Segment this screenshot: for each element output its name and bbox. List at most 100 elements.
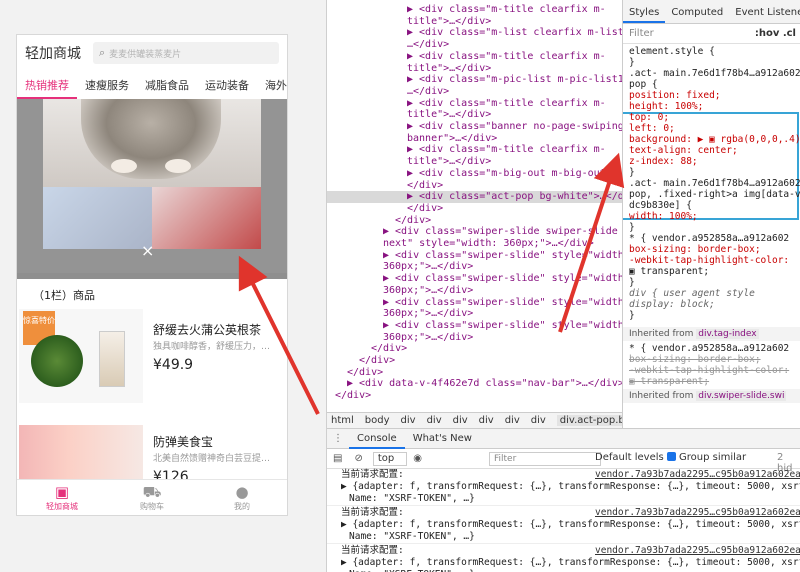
tabbar-item-shop[interactable]: ▣ 轻加商城	[17, 480, 107, 515]
css-rule-line[interactable]: ▣ transparent;	[629, 376, 709, 387]
dom-node[interactable]: ▶ <div class="m-big-out m-big-out">…	[327, 168, 622, 180]
inherited-tag-link[interactable]: div.swiper-slide.swi	[696, 391, 787, 401]
css-rule-line[interactable]: }	[629, 277, 635, 288]
live-expression-icon[interactable]: ◉	[413, 453, 422, 464]
css-rule-line[interactable]: div { user agent style	[629, 288, 755, 299]
dom-node[interactable]: title">…</div>	[327, 63, 622, 75]
dom-node[interactable]: ▶ <div class="m-list clearfix m-list6">	[327, 27, 622, 39]
dom-node[interactable]: ▶ <div class="swiper-slide swiper-slide	[327, 226, 622, 238]
dom-node[interactable]: ▶ <div class="m-pic-list m-pic-list1">	[327, 74, 622, 86]
hov-toggle[interactable]: :hov .cl	[755, 28, 796, 39]
clear-console-icon[interactable]: ⊘	[354, 453, 362, 464]
tab-computed[interactable]: Computed	[665, 0, 729, 23]
breadcrumb-item[interactable]: body	[365, 415, 390, 426]
group-similar-checkbox[interactable]: Group similar	[667, 452, 746, 463]
dom-node[interactable]: ▶ <div class="swiper-slide" style="width…	[327, 273, 622, 285]
dom-node[interactable]: </div>	[327, 355, 622, 367]
dom-node[interactable]: ▶ <div class="swiper-slide" style="width…	[327, 297, 622, 309]
nav-tab-diet-food[interactable]: 减脂食品	[137, 71, 197, 99]
css-rule-line[interactable]: dc9b830e] {	[629, 200, 692, 211]
dom-node[interactable]: banner">…</div>	[327, 133, 622, 145]
breadcrumb-item[interactable]: html	[331, 415, 354, 426]
tab-whats-new[interactable]: What's New	[405, 429, 480, 449]
nav-tab-sports-gear[interactable]: 运动装备	[197, 71, 257, 99]
css-property[interactable]: top: 0;	[629, 112, 669, 123]
breadcrumb-item[interactable]: div	[453, 415, 468, 426]
dom-node[interactable]: title">…</div>	[327, 109, 622, 121]
nav-tab-overseas[interactable]: 海外	[257, 71, 287, 99]
dom-node[interactable]: 360px;">…</div>	[327, 308, 622, 320]
console-source-link[interactable]: vendor.7a93b7ada2295…c95b0a912a602ea3	[595, 507, 800, 519]
styles-filter-input[interactable]: Filter	[629, 28, 654, 39]
css-rule-line[interactable]: box-sizing: border-box;	[629, 354, 761, 365]
dom-node[interactable]: title">…</div>	[327, 16, 622, 28]
dom-node[interactable]: ▶ <div class="swiper-slide" style="width…	[327, 320, 622, 332]
css-rule-line[interactable]: ▣ transparent;	[629, 266, 709, 277]
css-rule-line[interactable]: .act- main.7e6d1f78b4…a912a602	[629, 68, 800, 79]
css-rule-line[interactable]: * { vendor.a952858a…a912a602	[629, 343, 789, 354]
css-rule-line[interactable]: }	[629, 310, 635, 321]
breadcrumb-item[interactable]: div	[505, 415, 520, 426]
breadcrumb-item[interactable]: div	[531, 415, 546, 426]
console-source-link[interactable]: vendor.7a93b7ada2295…c95b0a912a602ea3	[595, 469, 800, 481]
console-object[interactable]: ▶ {adapter: f, transformRequest: {…}, tr…	[341, 519, 800, 531]
nav-tab-slim-service[interactable]: 速瘦服务	[77, 71, 137, 99]
breadcrumb-item[interactable]: div.act-pop.bg-white	[556, 415, 622, 426]
dom-node[interactable]: </div>	[327, 367, 622, 379]
popup-close-icon[interactable]: ×	[141, 241, 154, 260]
css-rule-line[interactable]: }	[629, 167, 635, 178]
css-rule-line[interactable]: pop, .fixed-right>a img[data-v-	[629, 189, 800, 200]
dom-node[interactable]: </div>	[327, 180, 622, 192]
dom-node[interactable]: 360px;">…</div>	[327, 285, 622, 297]
tab-event-listeners[interactable]: Event Listeners	[729, 0, 800, 23]
css-rule-line[interactable]: }	[629, 57, 635, 68]
css-property[interactable]: left: 0;	[629, 123, 675, 134]
tab-console[interactable]: Console	[349, 429, 405, 449]
inherited-tag-link[interactable]: div.tag-index	[696, 329, 759, 339]
css-rule-line[interactable]: .act- main.7e6d1f78b4…a912a602	[629, 178, 800, 189]
product-card[interactable]: 惊喜特价 舒缓去火蒲公英根茶 独具咖啡醇香，舒缓压力，… ¥49.9	[17, 309, 287, 409]
css-property[interactable]: z-index: 88;	[629, 156, 698, 167]
dom-node[interactable]: </div>	[327, 203, 622, 215]
dom-node[interactable]: ▶ <div data-v-4f462e7d class="nav-bar">……	[327, 378, 622, 390]
dom-node[interactable]: 360px;">…</div>	[327, 332, 622, 344]
shop-logo[interactable]: 轻加商城	[25, 43, 81, 63]
breadcrumb-item[interactable]: div	[401, 415, 416, 426]
breadcrumb-item[interactable]: div	[427, 415, 442, 426]
css-rule-line[interactable]: display: block;	[629, 299, 715, 310]
nav-tab-hot[interactable]: 热销推荐	[17, 71, 77, 99]
css-rule-line[interactable]: -webkit-tap-highlight-color:	[629, 365, 789, 376]
css-rule-line[interactable]: element.style {	[629, 46, 715, 57]
css-property[interactable]: width: 100%;	[629, 211, 698, 222]
log-levels-select[interactable]: Default levels ▾	[595, 452, 672, 463]
console-filter-input[interactable]: Filter	[489, 452, 601, 466]
breadcrumb-item[interactable]: div	[479, 415, 494, 426]
dom-node[interactable]: ▶ <div class="m-title clearfix m-	[327, 51, 622, 63]
console-source-link[interactable]: vendor.7a93b7ada2295…c95b0a912a602ea3	[595, 545, 800, 557]
styles-filter[interactable]: Filter :hov .cl	[623, 24, 800, 44]
tab-styles[interactable]: Styles	[623, 0, 666, 23]
tabbar-item-me[interactable]: ● 我的	[197, 480, 287, 515]
dom-node[interactable]: ▶ <div class="banner no-page-swiping	[327, 121, 622, 133]
css-property[interactable]: text-align: center;	[629, 145, 738, 156]
css-property[interactable]: background: ▶ ▣ rgba(0,0,0,.4);	[629, 134, 800, 145]
tabbar-item-cart[interactable]: ⛟ 购物车	[107, 480, 197, 515]
dom-node[interactable]: ▶ <div class="m-title clearfix m-	[327, 98, 622, 110]
css-rule-line[interactable]: }	[629, 222, 635, 233]
css-property[interactable]: box-sizing: border-box;	[629, 244, 761, 255]
search-box[interactable]: ⌕ 麦麦供罐装蒸麦片	[93, 42, 279, 64]
dom-node[interactable]: ▶ <div class="swiper-slide" style="width…	[327, 250, 622, 262]
css-property[interactable]: height: 100%;	[629, 101, 703, 112]
context-select[interactable]: top	[372, 451, 408, 466]
drawer-menu-icon[interactable]: ⋮	[327, 433, 349, 444]
dom-node[interactable]: …</div>	[327, 39, 622, 51]
css-rule-line[interactable]: * { vendor.a952858a…a912a602	[629, 233, 789, 244]
dom-node[interactable]: ▶ <div class="m-title clearfix m-	[327, 4, 622, 16]
dom-node[interactable]: next" style="width: 360px;">…</div>	[327, 238, 622, 250]
popup-image[interactable]	[43, 99, 261, 187]
dom-node[interactable]: </div>	[327, 390, 622, 402]
css-rule-line[interactable]: pop {	[629, 79, 658, 90]
dom-node[interactable]: ▶ <div class="m-title clearfix m-	[327, 144, 622, 156]
console-object[interactable]: ▶ {adapter: f, transformRequest: {…}, tr…	[341, 557, 800, 569]
dom-node-selected[interactable]: ▶ <div class="act-pop bg-white">…</div> …	[327, 191, 622, 204]
